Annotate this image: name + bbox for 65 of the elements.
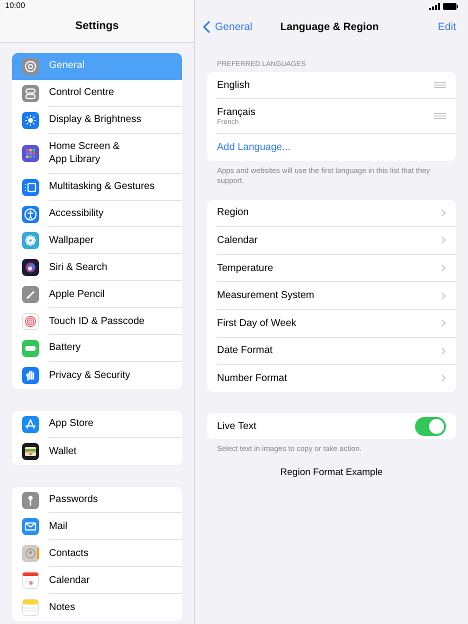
setting-label: Region <box>217 207 250 218</box>
orb-icon <box>22 259 39 276</box>
setting-label: Date Format <box>217 345 274 356</box>
pencil-icon <box>22 286 39 304</box>
windows-icon <box>22 178 39 196</box>
flower-icon <box>22 232 39 250</box>
person-icon <box>22 545 39 562</box>
accessibility-icon <box>22 206 39 222</box>
chevron-right-icon[interactable] <box>441 346 446 355</box>
language-name: Français <box>217 106 256 118</box>
drag-handle-icon[interactable] <box>434 82 446 88</box>
drag-handle-icon[interactable] <box>434 113 446 119</box>
wallet-icon <box>22 442 39 460</box>
toggle-switch[interactable] <box>415 416 446 436</box>
battery-icon <box>443 2 458 10</box>
setting-label: Number Format <box>217 372 288 384</box>
sidebar-item[interactable]: Mail <box>12 513 182 540</box>
sidebar-item[interactable]: Passwords <box>12 486 182 514</box>
status-time: 10:00 <box>5 1 26 10</box>
setting-label: Temperature <box>217 262 274 274</box>
chevron-right-icon[interactable] <box>441 208 446 217</box>
sidebar-item[interactable]: Contacts <box>12 540 182 568</box>
language-name: English <box>217 80 251 90</box>
battery-icon <box>22 340 39 357</box>
toggles-icon <box>22 84 39 102</box>
chevron-left-icon <box>203 21 210 33</box>
notepad-icon <box>22 599 39 616</box>
sidebar-item[interactable]: Wallet <box>12 438 182 465</box>
sidebar-item[interactable]: Wallpaper <box>12 227 182 254</box>
sidebar-item[interactable]: Battery <box>12 335 182 362</box>
sidebar-item[interactable]: Display & Brightness <box>12 106 182 134</box>
setting-label: Measurement System <box>217 290 316 302</box>
chevron-right-icon[interactable] <box>441 236 446 244</box>
chevron-right-icon[interactable] <box>441 374 446 382</box>
sidebar-item[interactable]: Control Centre <box>12 80 182 107</box>
sidebar-title: Settings <box>75 20 119 32</box>
sidebar-item[interactable]: Home Screen & App Library <box>12 134 182 174</box>
sidebar-item[interactable]: Touch ID & Passcode <box>12 308 182 336</box>
calendar-icon <box>22 572 39 590</box>
page-title: Language & Region <box>280 21 379 33</box>
app-store-icon <box>22 416 39 433</box>
envelope-icon <box>22 518 39 536</box>
sidebar-item[interactable]: Privacy & Security <box>12 362 182 389</box>
edit-button[interactable]: Edit <box>438 21 456 33</box>
grid-icon <box>22 145 39 162</box>
sidebar-item[interactable]: Apple Pencil <box>12 281 182 308</box>
signal-icon <box>429 2 440 10</box>
chevron-right-icon[interactable] <box>441 264 446 272</box>
sidebar-item[interactable]: Notes <box>12 594 182 622</box>
sidebar-item[interactable]: App Store <box>12 410 182 438</box>
key-icon <box>22 492 39 509</box>
sun-icon <box>22 112 39 129</box>
sidebar-item[interactable]: Multitasking & Gestures <box>12 174 182 201</box>
add-language-link[interactable]: Add Language... <box>217 142 290 153</box>
setting-label: First Day of Week <box>217 318 298 329</box>
sidebar-item[interactable]: Siri & Search <box>12 254 182 282</box>
setting-label: Calendar <box>217 234 259 246</box>
sidebar-item[interactable]: Calendar <box>12 567 182 594</box>
sidebar-item[interactable]: Accessibility <box>12 200 182 228</box>
chevron-right-icon[interactable] <box>441 319 446 328</box>
chevron-right-icon[interactable] <box>441 292 446 300</box>
section-title: Region Format Example <box>280 467 383 478</box>
back-button[interactable]: General <box>203 21 252 33</box>
setting-label: Live Text <box>217 420 258 432</box>
hand-icon <box>22 366 39 384</box>
